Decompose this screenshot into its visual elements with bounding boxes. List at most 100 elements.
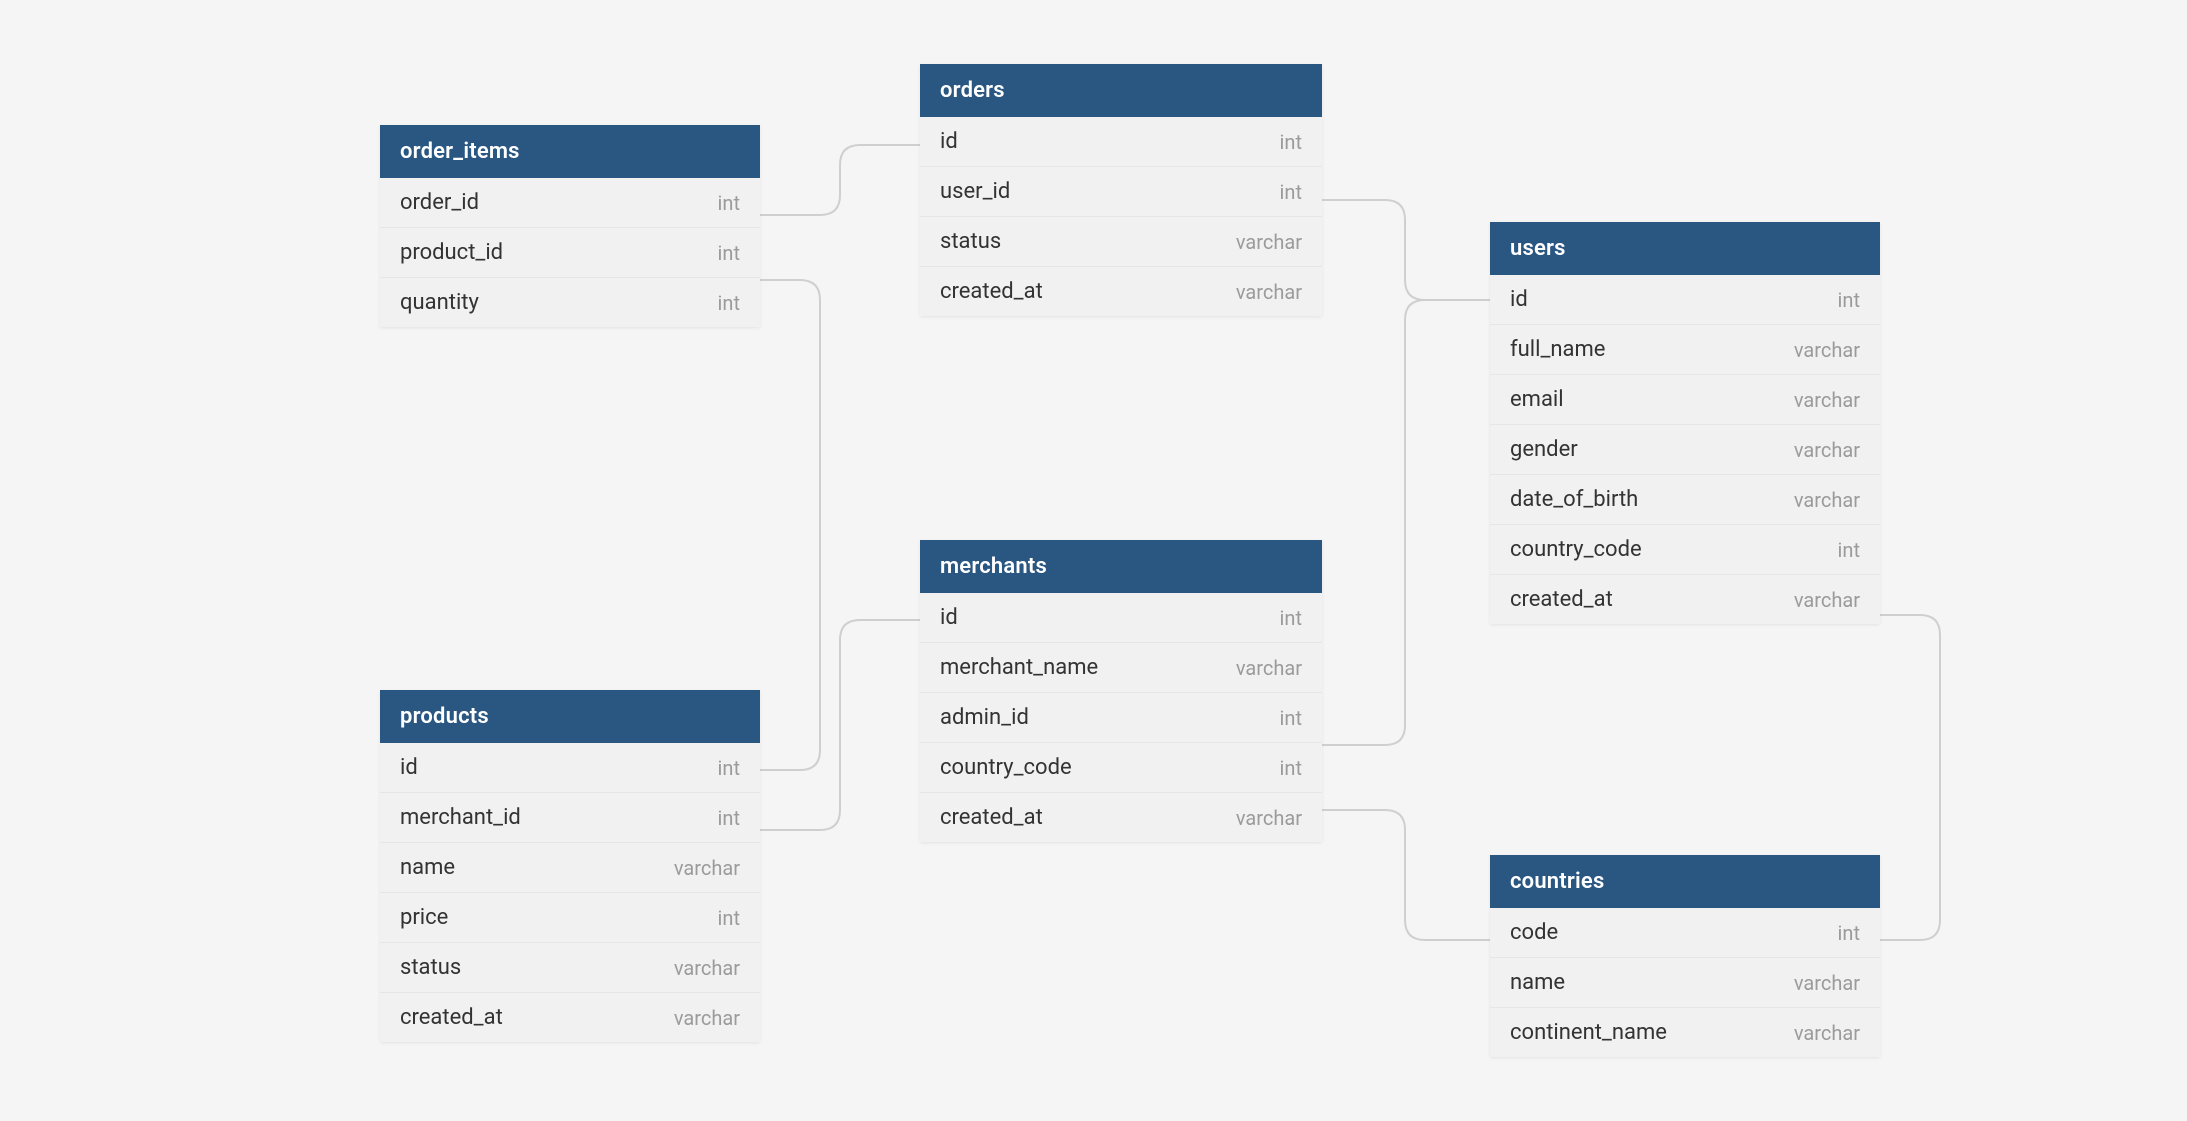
column-row[interactable]: country_code int — [920, 743, 1322, 793]
column-type: int — [1280, 756, 1302, 780]
column-name: country_code — [1510, 537, 1642, 562]
column-row[interactable]: gendervarchar — [1490, 425, 1880, 475]
column-row[interactable]: name varchar — [1490, 958, 1880, 1008]
connector-merchants_country_code__countries_code — [1322, 810, 1490, 940]
column-row[interactable]: created_at varchar — [380, 993, 760, 1042]
connector-orders_user_id__users_id — [1322, 200, 1490, 300]
column-name: status — [400, 955, 461, 980]
column-name: date_of_birth — [1510, 487, 1638, 512]
table-merchants[interactable]: merchantsidintmerchant_namevarcharadmin_… — [920, 540, 1322, 842]
connector-users_country_code__countries_code — [1880, 615, 1940, 940]
column-type: int — [718, 806, 740, 830]
column-name: admin_id — [940, 705, 1029, 730]
column-name: price — [400, 905, 448, 930]
column-type: int — [1280, 130, 1302, 154]
column-name: created_at — [1510, 587, 1613, 612]
column-type: varchar — [674, 1006, 740, 1030]
column-row[interactable]: email varchar — [1490, 375, 1880, 425]
column-row[interactable]: date_of_birth varchar — [1490, 475, 1880, 525]
column-row[interactable]: full_name varchar — [1490, 325, 1880, 375]
column-name: name — [400, 855, 455, 880]
table-order_items[interactable]: order_itemsorder_idintproduct_idintquant… — [380, 125, 760, 327]
column-row[interactable]: created_atvarchar — [920, 793, 1322, 842]
column-type: varchar — [1794, 388, 1860, 412]
table-countries[interactable]: countriescodeintnamevarcharcontinent_nam… — [1490, 855, 1880, 1057]
column-type: int — [718, 241, 740, 265]
column-type: int — [1280, 180, 1302, 204]
column-row[interactable]: name varchar — [380, 843, 760, 893]
column-type: varchar — [674, 956, 740, 980]
column-type: int — [718, 906, 740, 930]
column-name: merchant_id — [400, 805, 521, 830]
column-type: varchar — [1794, 338, 1860, 362]
column-name: created_at — [400, 1005, 503, 1030]
column-name: quantity — [400, 290, 479, 315]
column-name: product_id — [400, 240, 503, 265]
column-name: id — [400, 755, 418, 780]
connector-order_items_order_id__orders_id — [760, 145, 920, 215]
column-row[interactable]: idint — [1490, 275, 1880, 325]
table-header[interactable]: orders — [920, 64, 1322, 117]
column-row[interactable]: quantity int — [380, 278, 760, 327]
table-header[interactable]: products — [380, 690, 760, 743]
column-type: int — [1838, 921, 1860, 945]
column-type: varchar — [674, 856, 740, 880]
column-name: created_at — [940, 805, 1043, 830]
column-name: country_code — [940, 755, 1072, 780]
column-name: full_name — [1510, 337, 1605, 362]
column-row[interactable]: continent_name varchar — [1490, 1008, 1880, 1057]
column-row[interactable]: id int — [920, 593, 1322, 643]
column-type: varchar — [1794, 488, 1860, 512]
table-header[interactable]: merchants — [920, 540, 1322, 593]
column-name: continent_name — [1510, 1020, 1667, 1045]
column-row[interactable]: status varchar — [920, 217, 1322, 267]
column-type: int — [718, 291, 740, 315]
column-type: int — [1280, 706, 1302, 730]
column-type: int — [1838, 288, 1860, 312]
column-name: id — [940, 605, 958, 630]
er-diagram-canvas[interactable]: order_itemsorder_idintproduct_idintquant… — [0, 0, 2187, 1121]
column-type: int — [718, 756, 740, 780]
column-row[interactable]: user_id int — [920, 167, 1322, 217]
column-type: varchar — [1236, 280, 1302, 304]
column-type: int — [1838, 538, 1860, 562]
column-type: varchar — [1236, 230, 1302, 254]
column-name: user_id — [940, 179, 1010, 204]
column-row[interactable]: price int — [380, 893, 760, 943]
column-name: id — [940, 129, 958, 154]
column-type: int — [1280, 606, 1302, 630]
column-name: merchant_name — [940, 655, 1098, 680]
table-products[interactable]: productsidintmerchant_idintnamevarcharpr… — [380, 690, 760, 1042]
column-row[interactable]: id int — [920, 117, 1322, 167]
column-name: created_at — [940, 279, 1043, 304]
column-type: int — [718, 191, 740, 215]
column-name: order_id — [400, 190, 479, 215]
table-orders[interactable]: ordersidintuser_idintstatusvarcharcreate… — [920, 64, 1322, 316]
column-name: code — [1510, 920, 1558, 945]
column-row[interactable]: merchant_namevarchar — [920, 643, 1322, 693]
table-header[interactable]: users — [1490, 222, 1880, 275]
table-users[interactable]: usersidintfull_namevarcharemailvarcharge… — [1490, 222, 1880, 624]
column-name: name — [1510, 970, 1565, 995]
table-header[interactable]: order_items — [380, 125, 760, 178]
column-row[interactable]: status varchar — [380, 943, 760, 993]
column-name: status — [940, 229, 1001, 254]
column-row[interactable]: created_at varchar — [920, 267, 1322, 316]
column-row[interactable]: code int — [1490, 908, 1880, 958]
column-row[interactable]: product_id int — [380, 228, 760, 278]
column-row[interactable]: id int — [380, 743, 760, 793]
column-row[interactable]: order_id int — [380, 178, 760, 228]
table-header[interactable]: countries — [1490, 855, 1880, 908]
column-type: varchar — [1794, 1021, 1860, 1045]
column-name: gender — [1510, 437, 1578, 462]
column-type: varchar — [1794, 588, 1860, 612]
connector-products_merchant_id__merchants_id — [760, 620, 920, 830]
column-row[interactable]: country_code int — [1490, 525, 1880, 575]
connector-order_items_product_id__products_id — [760, 280, 820, 770]
connector-merchants_admin_id__users_id — [1322, 300, 1490, 745]
column-row[interactable]: created_at varchar — [1490, 575, 1880, 624]
column-row[interactable]: merchant_id int — [380, 793, 760, 843]
column-name: email — [1510, 387, 1564, 412]
column-row[interactable]: admin_id int — [920, 693, 1322, 743]
column-type: varchar — [1794, 971, 1860, 995]
